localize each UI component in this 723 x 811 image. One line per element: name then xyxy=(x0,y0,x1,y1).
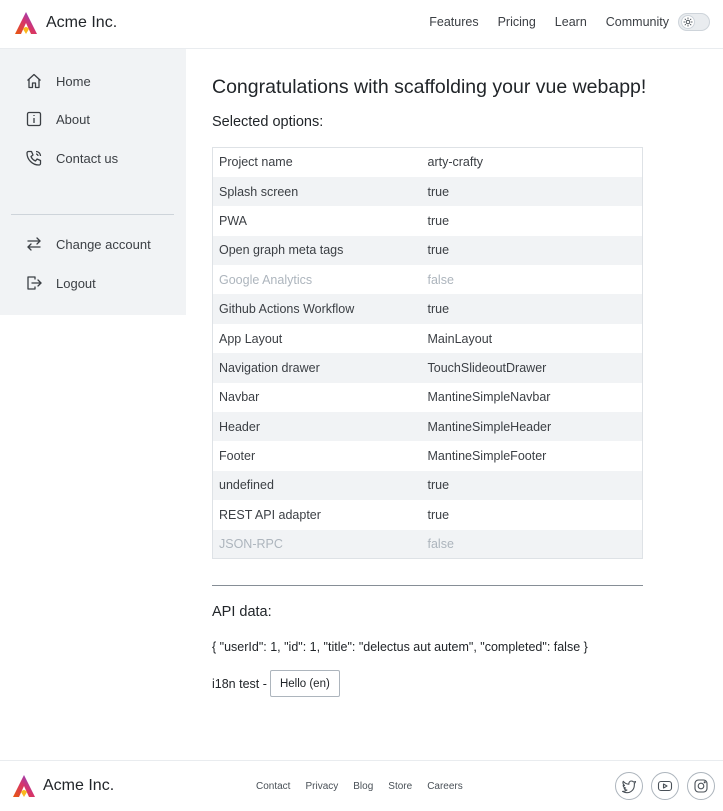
api-data-heading: API data: xyxy=(212,604,272,620)
youtube-icon[interactable] xyxy=(651,772,679,800)
nav-link-community[interactable]: Community xyxy=(606,15,669,29)
table-row: App Layout MainLayout xyxy=(213,324,643,353)
options-table: Project name arty-crafty Splash screen true… xyxy=(212,147,643,560)
option-value: MantineSimpleNavbar xyxy=(427,390,551,405)
option-name: Navbar xyxy=(219,390,260,405)
app-header: Acme Inc. Features Pricing Learn Communi… xyxy=(0,0,723,49)
footer-brand[interactable]: Acme Inc. xyxy=(11,773,114,799)
option-value: MantineSimpleHeader xyxy=(427,419,552,434)
selected-options-heading: Selected options: xyxy=(212,114,324,130)
brand[interactable]: Acme Inc. xyxy=(13,10,117,36)
footer-link-store[interactable]: Store xyxy=(388,781,412,792)
option-name: App Layout xyxy=(219,331,283,346)
option-name: Google Analytics xyxy=(219,272,313,287)
option-name: Footer xyxy=(219,449,256,464)
option-name: Splash screen xyxy=(219,184,299,199)
footer-links: Contact Privacy Blog Store Careers xyxy=(256,781,478,792)
page-title: Congratulations with scaffolding your vu… xyxy=(212,76,647,98)
sidebar-item-home[interactable]: Home xyxy=(24,70,91,92)
section-divider xyxy=(212,585,643,586)
option-value: true xyxy=(427,184,450,199)
twitter-icon[interactable] xyxy=(615,772,643,800)
sidebar-item-logout[interactable]: Logout xyxy=(24,272,96,294)
table-row: undefined true xyxy=(212,470,643,501)
social-links xyxy=(607,772,715,800)
hello-button[interactable]: Hello (en) xyxy=(269,670,340,697)
table-row: Header MantineSimpleHeader xyxy=(212,412,643,442)
option-value: true xyxy=(427,302,450,317)
table-row: REST API adapter true xyxy=(213,500,643,529)
option-name: PWA xyxy=(219,213,248,228)
brand-name: Acme Inc. xyxy=(46,14,118,31)
phone-icon xyxy=(24,149,43,168)
option-name: Github Actions Workflow xyxy=(219,302,355,317)
sidebar-item-label: Contact us xyxy=(56,150,119,166)
footer-link-privacy[interactable]: Privacy xyxy=(305,781,338,792)
sidebar-item-label: Logout xyxy=(56,275,96,291)
table-row: Footer MantineSimpleFooter xyxy=(213,441,643,470)
table-row: Open graph meta tags true xyxy=(212,235,643,266)
app-footer: Acme Inc. Contact Privacy Blog Store Car… xyxy=(0,760,723,811)
i18n-test-row: i18n test - Hello (en) xyxy=(212,670,340,697)
sidebar-item-label: Change account xyxy=(56,236,151,252)
sun-icon xyxy=(681,15,695,29)
table-row: Navbar MantineSimpleNavbar xyxy=(213,383,643,412)
footer-link-careers[interactable]: Careers xyxy=(427,781,463,792)
option-name: undefined xyxy=(219,478,274,493)
switch-arrows-icon xyxy=(24,235,43,254)
acme-logo-icon xyxy=(15,12,37,34)
footer-brand-name: Acme Inc. xyxy=(43,777,115,794)
sidebar: Home About Contact us Change account Log… xyxy=(0,49,186,315)
nav-link-learn[interactable]: Learn xyxy=(555,15,587,29)
sidebar-item-about[interactable]: About xyxy=(24,108,90,130)
sidebar-item-label: Home xyxy=(56,73,91,89)
sidebar-item-change-account[interactable]: Change account xyxy=(24,233,151,255)
home-icon xyxy=(24,72,43,91)
table-row: PWA true xyxy=(213,206,643,235)
option-name: REST API adapter xyxy=(219,507,321,522)
acme-logo-icon xyxy=(13,775,35,797)
theme-toggle[interactable] xyxy=(678,13,710,31)
top-nav: Features Pricing Learn Community xyxy=(429,0,723,44)
nav-link-features[interactable]: Features xyxy=(429,15,478,29)
table-row: JSON-RPC false xyxy=(212,529,643,559)
table-row: Splash screen true xyxy=(212,176,643,207)
option-name: Header xyxy=(219,419,260,434)
info-icon xyxy=(24,110,43,129)
option-value: TouchSlideoutDrawer xyxy=(427,360,547,375)
option-value: true xyxy=(427,478,450,493)
table-row: Google Analytics false xyxy=(213,265,643,294)
api-data-json: { "userId": 1, "id": 1, "title": "delect… xyxy=(212,640,588,654)
sidebar-item-label: About xyxy=(56,111,90,127)
option-value: true xyxy=(427,213,450,228)
table-row: Navigation drawer TouchSlideoutDrawer xyxy=(212,353,643,383)
sidebar-divider xyxy=(11,214,174,215)
option-name: Navigation drawer xyxy=(219,360,320,375)
option-name: Open graph meta tags xyxy=(219,243,344,258)
option-name: JSON-RPC xyxy=(219,537,283,552)
nav-link-pricing[interactable]: Pricing xyxy=(498,15,536,29)
option-value: true xyxy=(427,507,450,522)
footer-link-contact[interactable]: Contact xyxy=(256,781,290,792)
option-value: arty-crafty xyxy=(427,155,484,170)
table-row: Github Actions Workflow true xyxy=(212,294,643,324)
sidebar-item-contact-us[interactable]: Contact us xyxy=(24,147,118,169)
footer-link-blog[interactable]: Blog xyxy=(353,781,373,792)
option-value: MainLayout xyxy=(427,331,493,346)
i18n-test-label: i18n test - xyxy=(212,676,267,691)
option-name: Project name xyxy=(219,155,293,170)
table-row: Project name arty-crafty xyxy=(213,148,643,177)
option-value: MantineSimpleFooter xyxy=(427,449,547,464)
logout-icon xyxy=(24,274,43,293)
option-value: false xyxy=(427,272,454,287)
option-value: true xyxy=(427,243,450,258)
instagram-icon[interactable] xyxy=(687,772,715,800)
option-value: false xyxy=(427,537,454,552)
